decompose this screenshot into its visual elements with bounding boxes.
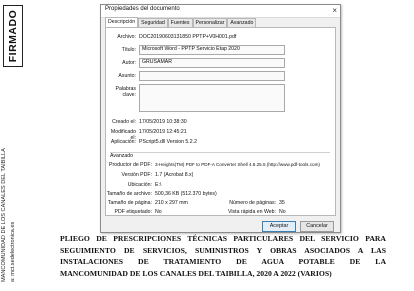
titulo-label: Título: bbox=[121, 47, 136, 53]
palabras-clave-field[interactable] bbox=[139, 84, 285, 112]
tamano-pagina-label: Tamaño de página: bbox=[107, 200, 152, 206]
tab-bar: Descripción Seguridad Fuentes Personaliz… bbox=[105, 17, 257, 27]
asunto-label: Asunto: bbox=[118, 73, 136, 79]
archivo-label: Archivo: bbox=[117, 34, 136, 40]
titulo-field[interactable]: Microsoft Word - PPTP Servicio Etap 2020 bbox=[139, 45, 285, 55]
pdf-etiquetado-value: No bbox=[155, 209, 162, 215]
version-value: 1.7 (Acrobat 8.x) bbox=[155, 172, 194, 178]
vista-web-label: Vista rápida en Web: bbox=[228, 209, 276, 215]
tamano-archivo-label: Tamaño de archivo: bbox=[106, 191, 152, 197]
autor-field[interactable]: GRUSAMAR bbox=[139, 58, 285, 68]
vista-web-value: No bbox=[279, 209, 286, 215]
productor-value: 3-Heights(TM) PDF to PDF-A Converter She… bbox=[155, 162, 320, 167]
document-heading: PLIEGO DE PRESCRIPCIONES TÉCNICAS PARTIC… bbox=[60, 233, 386, 279]
tab-personalizar[interactable]: Personalizar bbox=[192, 18, 228, 27]
numero-paginas-label: Número de páginas: bbox=[229, 200, 276, 206]
creado-value: 17/05/2019 10:38:30 bbox=[139, 119, 187, 125]
tab-avanzado[interactable]: Avanzado bbox=[227, 18, 257, 27]
aplicacion-label: Aplicación: bbox=[110, 139, 136, 145]
pdf-etiquetado-label: PDF etiquetado: bbox=[114, 209, 153, 215]
productor-label: Productor de PDF: bbox=[109, 162, 152, 168]
version-label: Versión PDF: bbox=[121, 172, 152, 178]
signed-stamp-label: FIRMADO bbox=[7, 9, 19, 63]
heading-line-1: PLIEGO DE PRESCRIPCIONES TÉCNICAS PARTIC… bbox=[60, 234, 386, 243]
tamano-archivo-value: 500,36 KB (512.370 bytes) bbox=[155, 191, 217, 197]
palabras-clave-label: Palabras clave: bbox=[115, 86, 136, 98]
archivo-value: DOC20190603131850 PPTP+V0H001.pdf bbox=[139, 34, 237, 40]
advanced-heading: Avanzado bbox=[110, 153, 133, 159]
tab-descripcion[interactable]: Descripción bbox=[105, 17, 139, 27]
description-panel: Archivo: DOC20190603131850 PPTP+V0H001.p… bbox=[105, 27, 336, 216]
dialog-title: Propiedades del documento bbox=[105, 6, 180, 12]
section-divider bbox=[110, 152, 330, 153]
asunto-field[interactable] bbox=[139, 71, 285, 81]
heading-line-4: MANCOMUNIDAD DE LOS CANALES DEL TAIBILLA… bbox=[60, 268, 332, 278]
tab-fuentes[interactable]: Fuentes bbox=[167, 18, 193, 27]
creado-label: Creado el: bbox=[112, 119, 136, 125]
autor-label: Autor: bbox=[122, 60, 136, 66]
tab-seguridad[interactable]: Seguridad bbox=[138, 18, 168, 27]
document-properties-dialog: Propiedades del documento × Descripción … bbox=[100, 4, 341, 233]
tamano-pagina-value: 210 x 297 mm bbox=[155, 200, 188, 206]
modificado-value: 17/05/2019 12:45:21 bbox=[139, 129, 187, 135]
aplicacion-value: PScript5.dll Version 5.2.2 bbox=[139, 139, 197, 145]
accept-button[interactable]: Aceptar bbox=[262, 221, 296, 232]
numero-paginas-value: 35 bbox=[279, 200, 285, 206]
side-text-url: a: mct.sedelectronica.es bbox=[10, 221, 16, 282]
cancel-button[interactable]: Cancelar bbox=[300, 221, 334, 232]
signed-stamp: FIRMADO bbox=[3, 5, 23, 67]
heading-line-3: INSTALACIONES DE TRATAMIENTO DE AGUA POT… bbox=[60, 257, 386, 267]
side-text-organization: MANCOMUNIDAD DE LOS CANALES DEL TAIBILLA bbox=[1, 148, 7, 282]
ubicacion-value: E:\ bbox=[155, 182, 162, 188]
ubicacion-label: Ubicación: bbox=[127, 182, 152, 188]
heading-line-2: SEGUIMIENTO DE SERVICIOS, SUMINISTROS Y … bbox=[60, 245, 386, 255]
left-margin-strip: FIRMADO MANCOMUNIDAD DE LOS CANALES DEL … bbox=[0, 0, 28, 291]
close-icon[interactable]: × bbox=[332, 5, 337, 16]
